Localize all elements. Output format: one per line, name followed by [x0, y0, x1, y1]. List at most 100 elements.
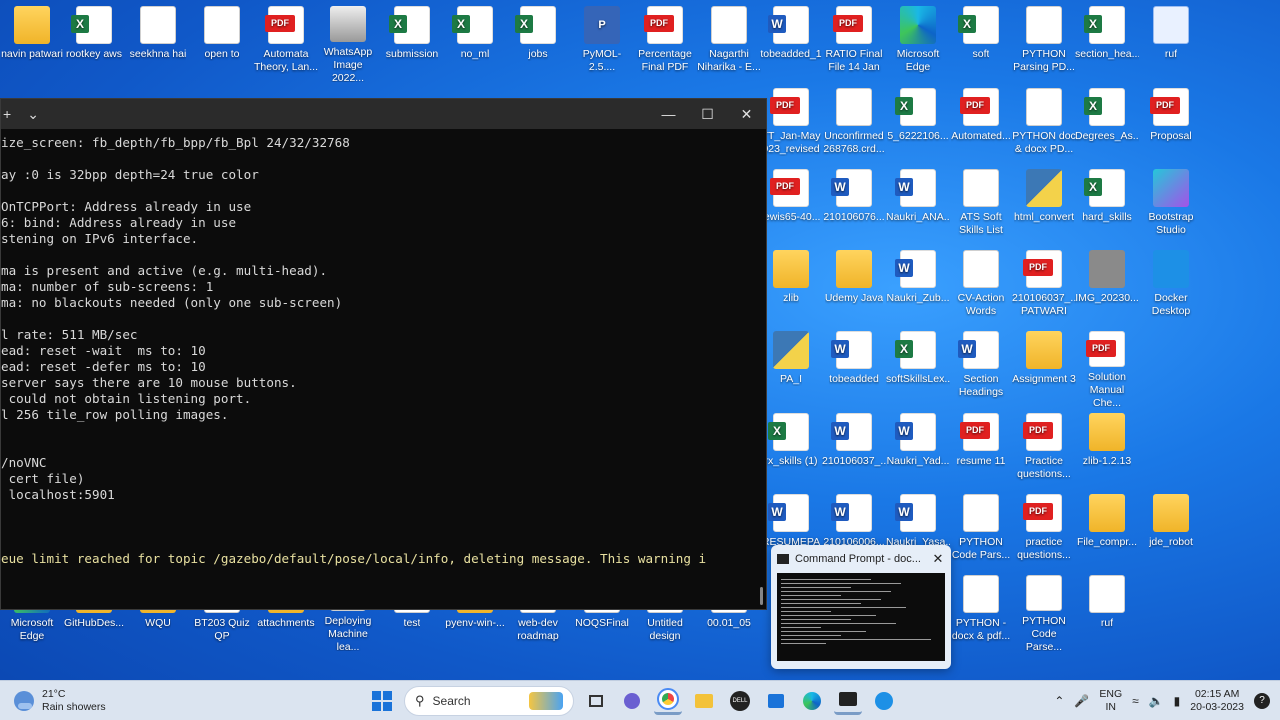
store-icon[interactable] [762, 687, 790, 715]
desktop-icon[interactable]: PA_I [759, 327, 823, 407]
desktop-icon[interactable]: File_compr... [1075, 490, 1139, 570]
desktop-icon[interactable]: RATIO Final File 14 Jan [822, 2, 886, 82]
preview-close-button[interactable]: ✕ [931, 551, 945, 567]
desktop-icon[interactable]: Degrees_As... [1075, 84, 1139, 164]
docker-taskbar-icon[interactable] [870, 687, 898, 715]
desktop-icon[interactable]: lewis65-40... [759, 165, 823, 245]
desktop-icon[interactable]: Naukri_Yad... [886, 409, 950, 489]
clock[interactable]: 02:15 AM 20-03-2023 [1190, 688, 1244, 714]
terminal-titlebar[interactable]: + ⌄ — ☐ ✕ [1, 99, 766, 129]
desktop-icon[interactable]: 5_6222106... [886, 84, 950, 164]
desktop-icon[interactable]: Practice questions... [1012, 409, 1076, 489]
microphone-icon[interactable]: 🎤 [1074, 694, 1089, 708]
chrome-icon[interactable] [654, 687, 682, 715]
terminal-output[interactable]: ize_screen: fb_depth/fb_bpp/fb_Bpl 24/32… [1, 129, 766, 551]
new-tab-button[interactable]: + [3, 106, 11, 123]
desktop-icon[interactable]: Naukri_ANA... [886, 165, 950, 245]
maximize-button[interactable]: ☐ [688, 99, 727, 129]
desktop-icon[interactable]: Section Headings [949, 327, 1013, 407]
tab-dropdown-button[interactable]: ⌄ [27, 106, 39, 123]
help-icon[interactable]: ? [1254, 692, 1270, 709]
desktop-icon-label: tobeadded [829, 373, 879, 385]
desktop-icon[interactable]: rootkey aws [62, 2, 126, 82]
desktop-icon[interactable]: resume 11 [949, 409, 1013, 489]
desktop-icon[interactable]: submission [380, 2, 444, 82]
desktop-icon[interactable]: hard_skills [1075, 165, 1139, 245]
desktop-icon[interactable]: seekhna hai [126, 2, 190, 82]
desktop-icon[interactable]: PYTHON Code Parse... [1012, 571, 1076, 651]
chevron-up-icon[interactable]: ⌃ [1054, 694, 1064, 708]
file-explorer-icon[interactable] [690, 687, 718, 715]
edge-icon[interactable] [798, 687, 826, 715]
desktop-icon-label: NOQSFinal [575, 617, 629, 629]
desktop-icon[interactable]: WhatsApp Image 2022... [316, 2, 380, 82]
desktop-icon[interactable]: navin patwari [0, 2, 64, 82]
desktop-icon[interactable]: Bootstrap Studio [1139, 165, 1203, 245]
desktop-icon[interactable]: ruf [1139, 2, 1203, 82]
task-view-icon[interactable] [582, 687, 610, 715]
desktop-icon[interactable]: practice questions... [1012, 490, 1076, 570]
desktop-icon[interactable]: Naukri_Zub... [886, 246, 950, 326]
terminal-window[interactable]: + ⌄ — ☐ ✕ ize_screen: fb_depth/fb_bpp/fb… [0, 98, 767, 610]
battery-icon[interactable]: ▮ [1174, 694, 1181, 708]
desktop-icon[interactable]: Microsoft Edge [886, 2, 950, 82]
desktop-icon[interactable]: 210106037_... PATWARI [1012, 246, 1076, 326]
desktop-icon[interactable]: ATS Soft Skills List [949, 165, 1013, 245]
weather-widget[interactable]: 21°C Rain showers [0, 688, 200, 714]
desktop-icon[interactable]: 210106076... [822, 165, 886, 245]
desktop-icon[interactable]: softSkillsLex... [886, 327, 950, 407]
terminal-taskbar-icon[interactable] [834, 687, 862, 715]
desktop-icon[interactable]: zlib [759, 246, 823, 326]
desktop-icon[interactable]: PYTHON doc & docx PD... [1012, 84, 1076, 164]
desktop-icon[interactable]: soft [949, 2, 1013, 82]
desktop-icon[interactable]: tobeadded_1 [759, 2, 823, 82]
doc-icon [1026, 575, 1062, 611]
desktop-icon[interactable]: Nagarthi Niharika - E... [697, 2, 761, 82]
volume-icon[interactable]: 🔈 [1149, 694, 1164, 708]
desktop-icon[interactable]: Automated... [949, 84, 1013, 164]
language-indicator[interactable]: ENG IN [1099, 688, 1122, 714]
desktop-icon[interactable]: Udemy Java [822, 246, 886, 326]
minimize-button[interactable]: — [649, 99, 688, 129]
desktop-icon[interactable]: zlib-1.2.13 [1075, 409, 1139, 489]
terminal-scrollbar[interactable] [760, 587, 763, 605]
desktop-icon[interactable]: Assignment 3 [1012, 327, 1076, 407]
desktop-icon[interactable]: PYTHON Code Pars... [949, 490, 1013, 570]
desktop-icon[interactable]: Docker Desktop [1139, 246, 1203, 326]
desktop-icon[interactable]: html_convert [1012, 165, 1076, 245]
taskbar-preview-command-prompt[interactable]: Command Prompt - doc... ✕ [771, 545, 951, 669]
desktop-icon[interactable]: Automata Theory, Lan... [254, 2, 318, 82]
teams-chat-icon[interactable] [618, 687, 646, 715]
desktop-icon[interactable]: section_hea... [1075, 2, 1139, 82]
desktop-icon[interactable]: Unconfirmed 268768.crd... [822, 84, 886, 164]
desktop-icon[interactable]: 210106037_... [822, 409, 886, 489]
dell-icon[interactable]: DELL [726, 687, 754, 715]
desktop-icon[interactable]: rx_skills (1) [759, 409, 823, 489]
pymol-icon: P [584, 6, 620, 44]
desktop-icon[interactable]: no_ml [443, 2, 507, 82]
desktop-icon[interactable]: Percentage Final PDF [633, 2, 697, 82]
desktop-icon[interactable]: TT_Jan-May 023_revised [759, 84, 823, 164]
desktop-icon[interactable]: jde_robot [1139, 490, 1203, 570]
desktop-icon[interactable]: IMG_20230... [1075, 246, 1139, 326]
desktop-icon[interactable]: P PyMOL-2.5.... [570, 2, 634, 82]
desktop-icon-label: PYTHON Code Pars... [951, 536, 1011, 561]
desktop-icon[interactable]: Proposal [1139, 84, 1203, 164]
close-button[interactable]: ✕ [727, 99, 766, 129]
desktop-icon[interactable]: tobeadded [822, 327, 886, 407]
desktop-icon[interactable]: jobs [506, 2, 570, 82]
desktop-icon[interactable]: PYTHON Parsing PD... [1012, 2, 1076, 82]
desktop-icon[interactable]: PYTHON - docx & pdf... [949, 571, 1013, 651]
wifi-icon[interactable]: ≈ [1132, 694, 1139, 708]
preview-thumbnail[interactable] [777, 573, 945, 661]
desktop-icon[interactable]: ruf [1075, 571, 1139, 651]
start-button[interactable] [368, 687, 396, 715]
desktop-icon[interactable]: CV-Action Words [949, 246, 1013, 326]
xls-icon [389, 6, 430, 44]
desktop-icon[interactable]: open to [190, 2, 254, 82]
search-highlight-icon [529, 691, 563, 710]
desktop-icon-label: Assignment 3 [1012, 373, 1076, 385]
desktop-icon[interactable]: Solution Manual Che... [1075, 327, 1139, 407]
taskbar-search[interactable]: ⚲ Search [404, 685, 574, 716]
xls-icon [768, 413, 809, 451]
